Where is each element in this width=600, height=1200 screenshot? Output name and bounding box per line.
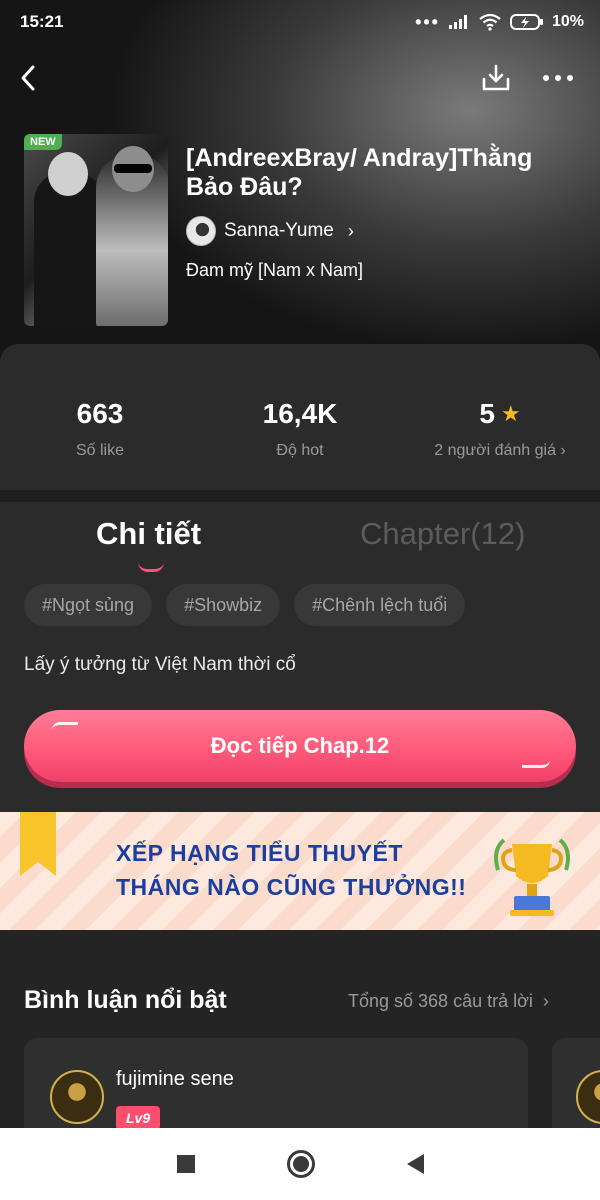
details-section: Chi tiết Chapter(12) #Ngọt sủng #Showbiz…	[0, 502, 600, 812]
author-name: Sanna-Yume	[224, 220, 334, 241]
wifi-icon	[479, 13, 501, 31]
back-icon	[21, 65, 35, 91]
section-divider	[0, 490, 600, 502]
rating-label: 2 người đánh giá ›	[434, 442, 566, 459]
rating-row: 5 ★	[479, 398, 520, 430]
battery-percent: 10%	[551, 13, 584, 30]
hot-label: Độ hot	[276, 442, 324, 459]
back-button[interactable]	[8, 58, 48, 98]
status-icons: ••• 10%	[415, 13, 584, 31]
featured-comments: Bình luận nổi bật Tổng số 368 câu trả lờ…	[0, 930, 600, 1148]
download-icon	[482, 64, 510, 91]
continue-reading-label: Đọc tiếp Chap.12	[210, 733, 390, 758]
signal-icon	[448, 15, 467, 29]
hero-background: 15:21 ••• 10% NEW [AndreexBray/ Andray]T…	[0, 0, 600, 380]
system-nav-bar	[0, 1128, 600, 1200]
book-genre: Đam mỹ [Nam x Nam]	[186, 260, 364, 280]
more-icon	[543, 75, 573, 81]
rating-value: 5	[479, 398, 495, 429]
ranking-banner[interactable]: XẾP HẠNG TIỂU THUYẾT THÁNG NÀO CŨNG THƯỞ…	[0, 812, 600, 930]
back-triangle-icon[interactable]	[406, 1154, 424, 1174]
battery-charging-icon	[509, 14, 543, 30]
comment-username[interactable]: fujimine sene	[116, 1068, 234, 1091]
banner-line2: THÁNG NÀO CŨNG THƯỞNG!!	[116, 874, 467, 900]
trophy-icon	[494, 838, 570, 916]
book-title: [AndreexBray/ Andray]Thằng Bảo Đâu?	[186, 144, 533, 201]
download-button[interactable]	[476, 58, 516, 98]
tag-item[interactable]: #Chênh lệch tuổi	[294, 584, 466, 626]
user-avatar[interactable]	[50, 1070, 104, 1124]
new-badge: NEW	[24, 134, 62, 150]
banner-line1: XẾP HẠNG TIỂU THUYẾT	[116, 840, 403, 866]
active-tab-indicator	[138, 562, 164, 572]
ribbon-icon	[20, 812, 56, 876]
chevron-right-icon: ›	[542, 991, 549, 1011]
level-badge: Lv9	[116, 1106, 161, 1130]
user-avatar[interactable]	[576, 1070, 600, 1124]
status-bar: 15:21 ••• 10%	[0, 0, 600, 44]
stat-hot: 16,4K Độ hot	[200, 344, 400, 490]
stats-panel: 663 Số like 16,4K Độ hot 5 ★ 2 người đán…	[0, 344, 600, 490]
likes-value: 663	[76, 398, 124, 429]
author-link[interactable]: Sanna-Yume ›	[186, 216, 354, 246]
book-detail-screen: 15:21 ••• 10% NEW [AndreexBray/ Andray]T…	[0, 0, 600, 1200]
home-icon[interactable]	[286, 1150, 315, 1178]
likes-label: Số like	[75, 442, 125, 459]
status-time: 15:21	[20, 12, 64, 31]
recent-apps-icon[interactable]	[176, 1155, 195, 1173]
tab-detail[interactable]: Chi tiết	[96, 516, 201, 552]
tab-chapter[interactable]: Chapter(12)	[360, 516, 525, 552]
more-options-button[interactable]	[536, 58, 580, 98]
tag-item[interactable]: #Ngọt sủng	[24, 584, 153, 626]
top-bar	[0, 56, 600, 100]
comments-total-link[interactable]: Tổng số 368 câu trả lời ›	[348, 991, 549, 1012]
book-summary: Lấy ý tưởng từ Việt Nam thời cổ	[24, 654, 296, 675]
continue-reading-button[interactable]: Đọc tiếp Chap.12	[24, 710, 576, 782]
chevron-right-icon: ›	[347, 220, 354, 241]
stat-rating[interactable]: 5 ★ 2 người đánh giá ›	[400, 344, 600, 490]
author-avatar	[186, 216, 216, 246]
notification-dots-icon: •••	[415, 12, 440, 32]
comments-title: Bình luận nổi bật	[24, 986, 227, 1014]
stat-likes: 663 Số like	[0, 344, 200, 490]
comments-total: Tổng số 368 câu trả lời	[348, 991, 533, 1011]
book-cover[interactable]: NEW	[24, 134, 168, 326]
tag-item[interactable]: #Showbiz	[166, 584, 281, 626]
tab-bar: Chi tiết Chapter(12)	[0, 516, 600, 572]
star-icon: ★	[500, 401, 521, 426]
hot-value: 16,4K	[262, 398, 338, 429]
tag-list: #Ngọt sủng #Showbiz #Chênh lệch tuổi	[24, 584, 466, 626]
